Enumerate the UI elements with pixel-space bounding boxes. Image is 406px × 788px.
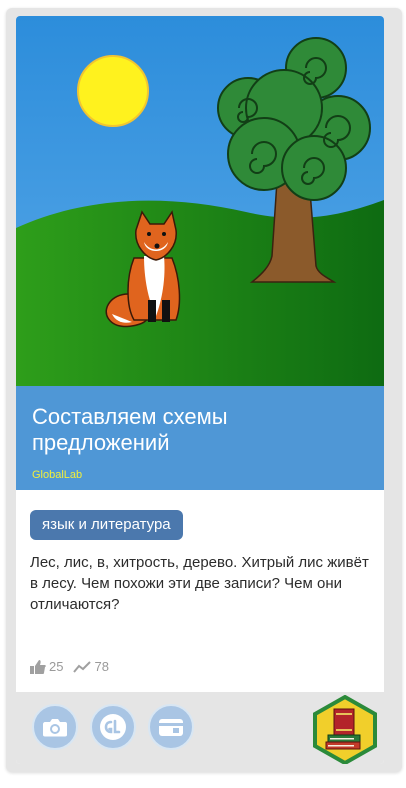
project-card-body[interactable]: Составляем схемы предложений GlobalLab я… [16, 16, 384, 764]
project-card[interactable]: Составляем схемы предложений GlobalLab я… [6, 8, 402, 772]
card-icon [159, 719, 183, 736]
grass-hill [16, 200, 384, 386]
trend-line-icon [73, 661, 92, 673]
likes-count: 25 [49, 659, 64, 674]
thumbs-up-icon [30, 660, 46, 674]
card-footer [16, 692, 384, 764]
books-badge-icon[interactable] [312, 695, 378, 764]
views-stat: 78 [73, 658, 109, 676]
project-description: Лес, лис, в, хитрость, дерево. Хитрый ли… [30, 554, 369, 613]
globallab-icon [100, 714, 126, 740]
project-author[interactable]: GlobalLab [32, 468, 82, 482]
project-stats: 25 78 [30, 658, 119, 676]
page-background: Составляем схемы предложений GlobalLab я… [0, 0, 406, 788]
views-count: 78 [94, 659, 109, 674]
sun-icon [77, 55, 149, 127]
camera-icon [43, 719, 67, 737]
project-title[interactable]: Составляем схемы предложений [32, 404, 362, 456]
camera-button[interactable] [32, 704, 78, 750]
card-button[interactable] [148, 704, 194, 750]
project-title-bar[interactable]: Составляем схемы предложений GlobalLab [16, 386, 384, 490]
subject-tag[interactable]: язык и литература [30, 510, 183, 540]
likes-stat: 25 [30, 658, 63, 676]
project-cover-image[interactable] [16, 16, 384, 386]
globallab-button[interactable] [90, 704, 136, 750]
